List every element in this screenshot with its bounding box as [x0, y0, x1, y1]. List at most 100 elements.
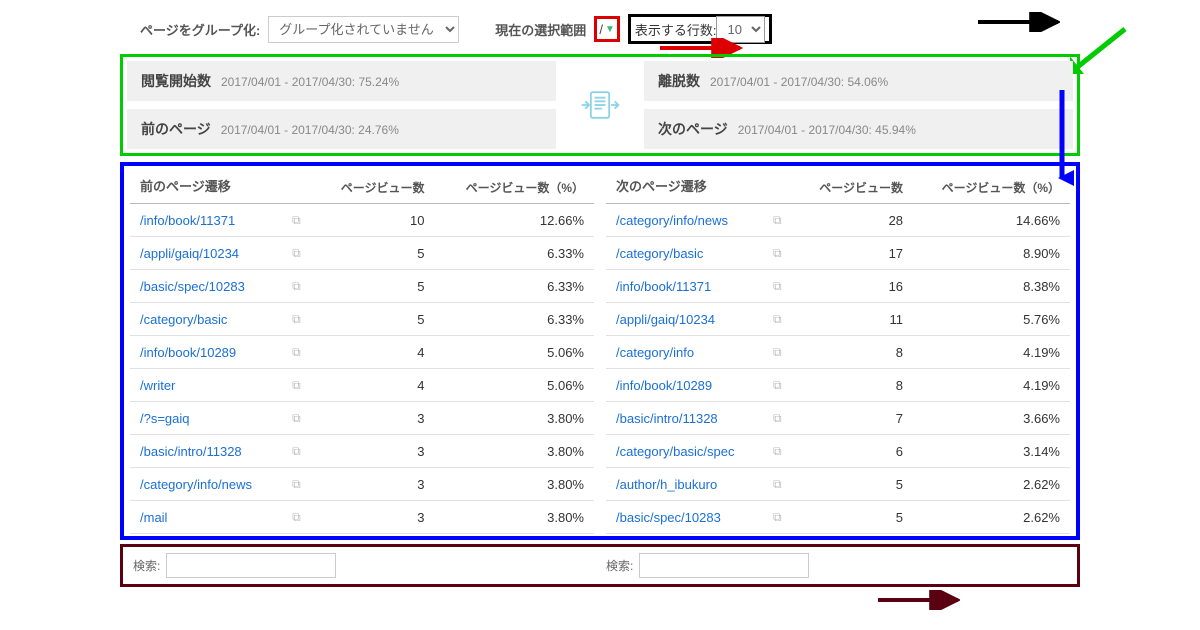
path-cell[interactable]: /category/info/news — [130, 468, 282, 501]
col-path[interactable]: 次のページ遷移 — [606, 168, 763, 204]
pv-cell: 28 — [795, 204, 913, 237]
external-link-icon[interactable]: ⧉ — [763, 237, 795, 270]
external-link-icon[interactable]: ⧉ — [763, 204, 795, 237]
pv-cell: 5 — [795, 468, 913, 501]
external-link-icon[interactable]: ⧉ — [763, 402, 795, 435]
external-link-icon[interactable]: ⧉ — [763, 435, 795, 468]
path-cell[interactable]: /appli/gaiq/10234 — [130, 237, 282, 270]
pct-cell: 3.14% — [913, 435, 1070, 468]
top-controls: ページをグループ化: グループ化されていません 現在の選択範囲 / ▼ 表示する… — [120, 10, 1080, 54]
range-value: / — [599, 22, 603, 37]
external-link-icon[interactable]: ⧉ — [282, 369, 315, 402]
search-row: 検索: 検索: — [120, 544, 1080, 587]
pct-cell: 6.33% — [435, 303, 595, 336]
pv-cell: 3 — [315, 435, 435, 468]
summary-next-page[interactable]: 次のページ 2017/04/01 - 2017/04/30: 45.94% — [644, 109, 1073, 149]
external-link-icon[interactable]: ⧉ — [282, 402, 315, 435]
table-row: /basic/intro/11328⧉73.66% — [606, 402, 1070, 435]
table-row: /category/basic⧉56.33% — [130, 303, 594, 336]
rows-select[interactable]: 10 — [716, 16, 765, 43]
external-link-icon[interactable]: ⧉ — [282, 435, 315, 468]
external-link-icon[interactable]: ⧉ — [282, 270, 315, 303]
path-cell[interactable]: /basic/spec/10283 — [130, 270, 282, 303]
pct-cell: 6.33% — [435, 270, 595, 303]
path-cell[interactable]: /info/book/10289 — [130, 336, 282, 369]
search-input-left[interactable] — [166, 553, 336, 578]
table-row: /category/info/news⧉33.80% — [130, 468, 594, 501]
table-row: /basic/intro/11328⧉33.80% — [130, 435, 594, 468]
path-cell[interactable]: /basic/intro/11328 — [606, 402, 763, 435]
table-row: /category/info/news⧉2814.66% — [606, 204, 1070, 237]
path-cell[interactable]: /category/info/news — [606, 204, 763, 237]
external-link-icon[interactable]: ⧉ — [282, 501, 315, 534]
annotation-arrow-maroon — [870, 590, 960, 610]
table-row: /author/h_ibukuro⧉52.62% — [606, 468, 1070, 501]
pv-cell: 5 — [315, 270, 435, 303]
path-cell[interactable]: /basic/spec/10283 — [606, 501, 763, 534]
external-link-icon[interactable]: ⧉ — [763, 501, 795, 534]
path-cell[interactable]: /?s=gaiq — [130, 402, 282, 435]
table-row: /category/basic⧉178.90% — [606, 237, 1070, 270]
col-path[interactable]: 前のページ遷移 — [130, 168, 282, 204]
external-link-icon[interactable]: ⧉ — [763, 468, 795, 501]
path-cell[interactable]: /category/basic/spec — [606, 435, 763, 468]
prev-page-table: 前のページ遷移 ページビュー数 ページビュー数（%） /info/book/11… — [130, 168, 594, 534]
path-cell[interactable]: /info/book/10289 — [606, 369, 763, 402]
table-row: /info/book/11371⧉168.38% — [606, 270, 1070, 303]
pv-cell: 7 — [795, 402, 913, 435]
col-pct[interactable]: ページビュー数（%） — [435, 168, 595, 204]
pv-cell: 4 — [315, 336, 435, 369]
pct-cell: 14.66% — [913, 204, 1070, 237]
path-cell[interactable]: /category/info — [606, 336, 763, 369]
pct-cell: 2.62% — [913, 501, 1070, 534]
external-link-icon[interactable]: ⧉ — [282, 237, 315, 270]
pct-cell: 5.06% — [435, 369, 595, 402]
pct-cell: 8.38% — [913, 270, 1070, 303]
pv-cell: 5 — [795, 501, 913, 534]
path-cell[interactable]: /basic/intro/11328 — [130, 435, 282, 468]
external-link-icon[interactable]: ⧉ — [282, 303, 315, 336]
pv-cell: 16 — [795, 270, 913, 303]
pct-cell: 3.66% — [913, 402, 1070, 435]
external-link-icon[interactable]: ⧉ — [282, 336, 315, 369]
external-link-icon[interactable]: ⧉ — [282, 204, 315, 237]
path-cell[interactable]: /category/basic — [130, 303, 282, 336]
col-pct[interactable]: ページビュー数（%） — [913, 168, 1070, 204]
table-row: /basic/spec/10283⧉52.62% — [606, 501, 1070, 534]
summary-entrances[interactable]: 閲覧開始数 2017/04/01 - 2017/04/30: 75.24% — [127, 61, 556, 101]
table-row: /?s=gaiq⧉33.80% — [130, 402, 594, 435]
path-cell[interactable]: /info/book/11371 — [606, 270, 763, 303]
table-row: /mail⧉33.80% — [130, 501, 594, 534]
external-link-icon[interactable]: ⧉ — [763, 336, 795, 369]
summary-exits[interactable]: 離脱数 2017/04/01 - 2017/04/30: 54.06% — [644, 61, 1073, 101]
tables-panel: 前のページ遷移 ページビュー数 ページビュー数（%） /info/book/11… — [120, 162, 1080, 540]
path-cell[interactable]: /info/book/11371 — [130, 204, 282, 237]
summary-prev-page[interactable]: 前のページ 2017/04/01 - 2017/04/30: 24.76% — [127, 109, 556, 149]
pv-cell: 8 — [795, 336, 913, 369]
group-select[interactable]: グループ化されていません — [268, 16, 459, 43]
pct-cell: 3.80% — [435, 501, 595, 534]
table-row: /info/book/11371⧉1012.66% — [130, 204, 594, 237]
table-row: /appli/gaiq/10234⧉56.33% — [130, 237, 594, 270]
path-cell[interactable]: /category/basic — [606, 237, 763, 270]
path-cell[interactable]: /mail — [130, 501, 282, 534]
range-selector[interactable]: / ▼ — [594, 16, 620, 42]
pct-cell: 5.76% — [913, 303, 1070, 336]
path-cell[interactable]: /author/h_ibukuro — [606, 468, 763, 501]
col-pv[interactable]: ページビュー数 — [315, 168, 435, 204]
pct-cell: 4.19% — [913, 369, 1070, 402]
chevron-down-icon: ▼ — [605, 24, 615, 35]
path-cell[interactable]: /writer — [130, 369, 282, 402]
search-input-right[interactable] — [639, 553, 809, 578]
external-link-icon[interactable]: ⧉ — [763, 303, 795, 336]
external-link-icon[interactable]: ⧉ — [763, 369, 795, 402]
col-pv[interactable]: ページビュー数 — [795, 168, 913, 204]
range-label: 現在の選択範囲 — [495, 20, 586, 39]
rows-label: 表示する行数: — [635, 20, 717, 39]
external-link-icon[interactable]: ⧉ — [763, 270, 795, 303]
table-row: /writer⧉45.06% — [130, 369, 594, 402]
table-row: /appli/gaiq/10234⧉115.76% — [606, 303, 1070, 336]
path-cell[interactable]: /appli/gaiq/10234 — [606, 303, 763, 336]
external-link-icon[interactable]: ⧉ — [282, 468, 315, 501]
table-row: /basic/spec/10283⧉56.33% — [130, 270, 594, 303]
